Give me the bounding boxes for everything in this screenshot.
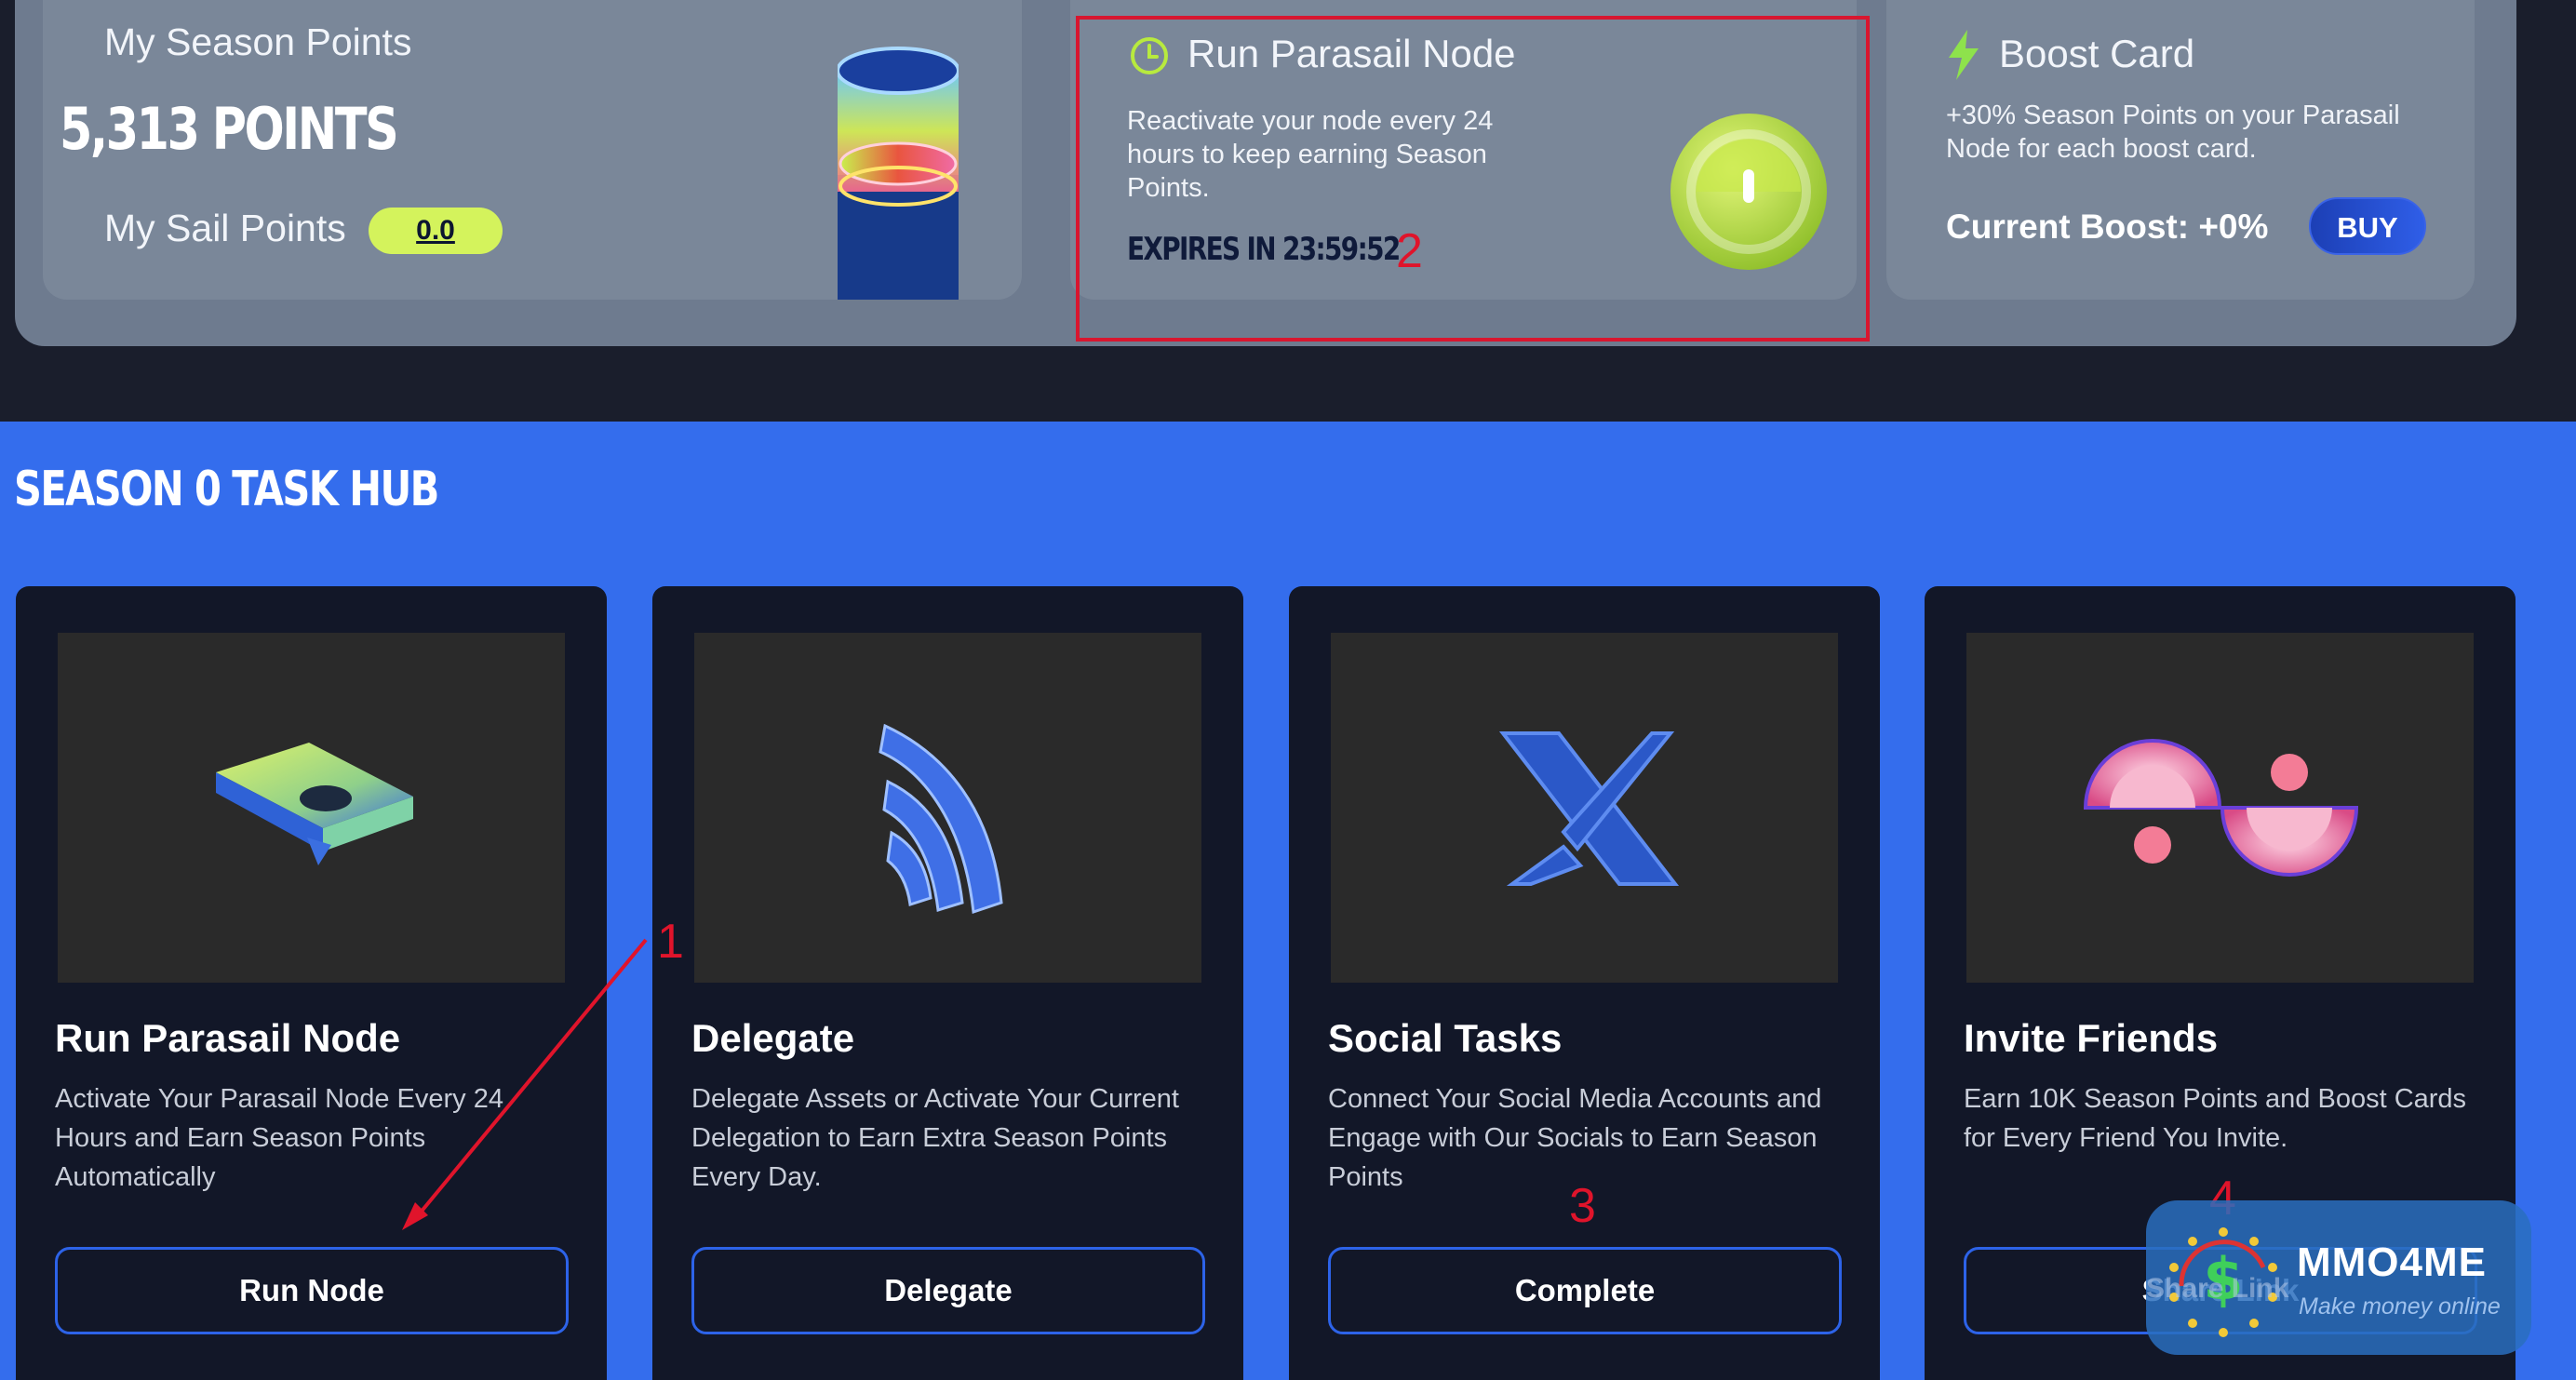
task-title: Social Tasks bbox=[1328, 1016, 1563, 1060]
task-card-run-node: Run Parasail Node Activate Your Parasail… bbox=[16, 586, 607, 1380]
task-description: Delegate Assets or Activate Your Current… bbox=[691, 1084, 1179, 1192]
watermark-ghost-text: Share Link bbox=[2146, 1273, 2289, 1304]
annotation-number-2: 2 bbox=[1396, 224, 1423, 278]
task-title: Run Parasail Node bbox=[55, 1016, 401, 1060]
lightning-icon bbox=[1949, 30, 1979, 80]
node-device-icon bbox=[216, 743, 413, 865]
watermark-logo: $ Share Link MMO4ME Make money online bbox=[2146, 1200, 2531, 1355]
x-logo-icon bbox=[1498, 731, 1680, 886]
task-image bbox=[1331, 633, 1838, 983]
annotation-number-1: 1 bbox=[657, 915, 684, 969]
invite-friends-icon bbox=[2083, 739, 2359, 877]
season-points-value: 5,313 POINTS bbox=[60, 95, 399, 163]
complete-button[interactable]: Complete bbox=[1328, 1247, 1842, 1334]
run-node-button[interactable]: Run Node bbox=[55, 1247, 569, 1334]
task-image bbox=[58, 633, 565, 983]
task-image bbox=[1966, 633, 2474, 983]
delegate-signal-icon bbox=[879, 723, 1003, 915]
task-hub-title: SEASON 0 TASK HUB bbox=[14, 462, 439, 517]
delegate-button[interactable]: Delegate bbox=[691, 1247, 1205, 1334]
annotation-highlight-box bbox=[1076, 16, 1870, 342]
annotation-number-3: 3 bbox=[1569, 1179, 1596, 1233]
watermark-subtitle: Make money online bbox=[2299, 1293, 2501, 1320]
current-boost-value: Current Boost: +0% bbox=[1946, 208, 2269, 246]
task-description: Activate Your Parasail Node Every 24 Hou… bbox=[55, 1084, 503, 1192]
task-description: Earn 10K Season Points and Boost Cards f… bbox=[1964, 1084, 2467, 1153]
season-points-title: My Season Points bbox=[104, 20, 412, 63]
points-cylinder-icon bbox=[838, 47, 959, 300]
task-card-social: Social Tasks Connect Your Social Media A… bbox=[1289, 586, 1880, 1380]
task-title: Invite Friends bbox=[1964, 1016, 2219, 1060]
task-image bbox=[694, 633, 1201, 983]
sail-points-value[interactable]: 0.0 bbox=[369, 208, 503, 254]
sail-points-label: My Sail Points bbox=[104, 207, 346, 249]
task-card-delegate: Delegate Delegate Assets or Activate You… bbox=[652, 586, 1243, 1380]
boost-card-description: +30% Season Points on your Parasail Node… bbox=[1946, 100, 2400, 164]
buy-boost-button[interactable]: BUY bbox=[2309, 197, 2426, 255]
watermark-title: MMO4ME bbox=[2297, 1239, 2487, 1285]
task-title: Delegate bbox=[691, 1016, 855, 1060]
boost-card-title: Boost Card bbox=[1999, 32, 2195, 75]
